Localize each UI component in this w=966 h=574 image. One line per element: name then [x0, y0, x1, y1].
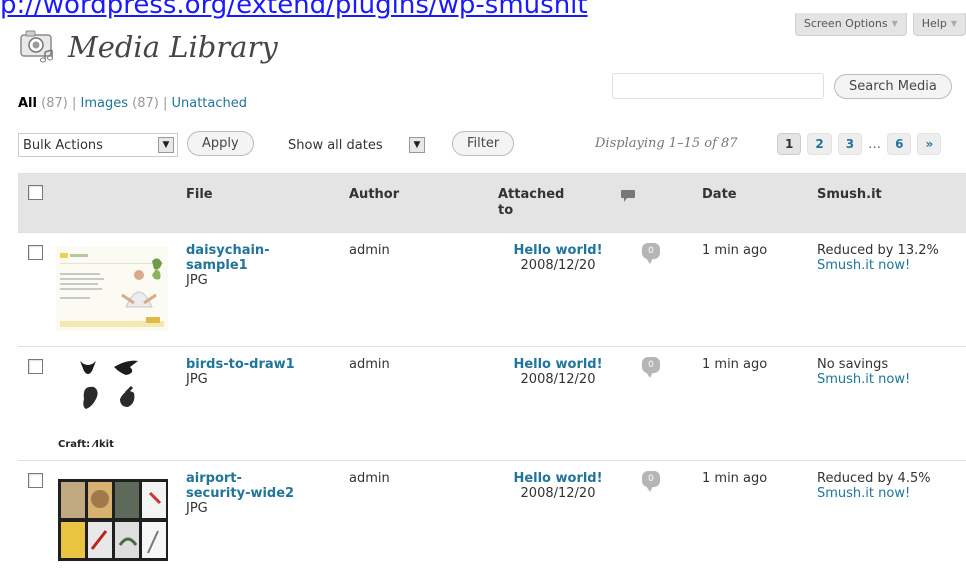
row-checkbox[interactable] — [28, 359, 43, 374]
screen-meta-tabs: Screen Options ▼ Help ▼ — [794, 13, 966, 36]
chevron-down-icon[interactable]: ▼ — [409, 137, 425, 153]
row-checkbox[interactable] — [28, 245, 43, 260]
file-type: JPG — [186, 273, 208, 288]
filter-all[interactable]: All — [18, 96, 37, 111]
attached-to-cell: Hello world! 2008/12/20 — [498, 243, 618, 273]
page-link[interactable]: 3 — [837, 133, 863, 155]
column-smushit: Smush.it — [817, 187, 882, 202]
date-filter-value: Show all dates — [288, 137, 383, 153]
chevron-down-icon[interactable]: ▼ — [158, 137, 174, 153]
date-filter-select[interactable]: Show all dates ▼ — [283, 133, 429, 157]
displaying-num: Displaying 1–15 of 87 — [595, 136, 738, 151]
filter-separator: | — [162, 96, 168, 111]
attached-to-cell: Hello world! 2008/12/20 — [498, 357, 618, 387]
filter-unattached[interactable]: Unattached — [171, 96, 247, 111]
date-cell: 1 min ago — [702, 243, 768, 258]
smushit-cell: No savings Smush.it now! — [817, 357, 910, 387]
chevron-down-icon: ▼ — [950, 19, 957, 28]
filter-images-count: (87) — [132, 96, 159, 111]
bulk-actions-select[interactable]: Bulk Actions ▼ — [18, 133, 178, 157]
smushit-cell: Reduced by 13.2% Smush.it now! — [817, 243, 939, 273]
thumbnail-caption: Craft: ⁄Ikit — [58, 439, 114, 450]
comments-column-icon — [620, 189, 636, 207]
column-date[interactable]: Date — [702, 187, 737, 202]
file-cell: daisychain-sample1 JPG — [186, 243, 296, 288]
page-dots: … — [868, 136, 882, 152]
table-row: Craft: ⁄Ikit birds-to-draw1 JPG admin He… — [18, 347, 966, 461]
date-cell: 1 min ago — [702, 471, 768, 486]
bulk-actions-value: Bulk Actions — [23, 137, 103, 153]
table-row: daisychain-sample1 JPG admin Hello world… — [18, 233, 966, 347]
attached-to-cell: Hello world! 2008/12/20 — [498, 471, 618, 501]
comment-count-bubble[interactable]: 0 — [642, 357, 660, 378]
date-cell: 1 min ago — [702, 357, 768, 372]
table-row: airport-security-wide2 JPG admin Hello w… — [18, 461, 966, 574]
smush-now-link[interactable]: Smush.it now! — [817, 486, 931, 501]
smush-status: Reduced by 13.2% — [817, 243, 939, 258]
smush-status: Reduced by 4.5% — [817, 471, 931, 486]
file-title-link[interactable]: airport-security-wide2 — [186, 471, 296, 501]
url-link[interactable]: p://wordpress.org/extend/plugins/wp-smus… — [0, 0, 640, 24]
smush-now-link[interactable]: Smush.it now! — [817, 258, 939, 273]
help-tab[interactable]: Help ▼ — [912, 13, 966, 36]
author-cell: admin — [349, 357, 390, 372]
smush-status: No savings — [817, 357, 889, 372]
smushit-cell: Reduced by 4.5% Smush.it now! — [817, 471, 931, 501]
filter-button[interactable]: Filter — [452, 131, 515, 156]
column-author[interactable]: Author — [349, 187, 399, 202]
attached-date: 2008/12/20 — [520, 486, 596, 501]
page-header: Media Library — [18, 28, 278, 66]
page-link[interactable]: 2 — [807, 133, 832, 155]
attached-date: 2008/12/20 — [520, 258, 596, 273]
thumbnail-image[interactable]: Craft: ⁄Ikit — [58, 357, 160, 453]
apply-button[interactable]: Apply — [187, 131, 254, 156]
search-media-button[interactable]: Search Media — [834, 73, 952, 99]
attached-date: 2008/12/20 — [520, 372, 596, 387]
comment-count-bubble[interactable]: 0 — [642, 471, 660, 492]
attached-post-link[interactable]: Hello world! — [513, 471, 602, 486]
file-cell: airport-security-wide2 JPG — [186, 471, 296, 516]
filter-images[interactable]: Images — [80, 96, 128, 111]
file-title-link[interactable]: birds-to-draw1 — [186, 357, 326, 372]
search-box: Search Media — [612, 73, 952, 99]
pagination: 1 2 3 … 6 » — [777, 133, 942, 155]
column-file[interactable]: File — [186, 187, 213, 202]
comment-count-bubble[interactable]: 0 — [642, 243, 660, 264]
file-title-link[interactable]: daisychain-sample1 — [186, 243, 296, 273]
help-label: Help — [921, 17, 947, 30]
file-cell: birds-to-draw1 JPG — [186, 357, 326, 387]
tablenav: Bulk Actions ▼ Apply Show all dates ▼ Fi… — [18, 131, 966, 161]
chevron-down-icon: ▼ — [891, 19, 898, 28]
smush-now-link[interactable]: Smush.it now! — [817, 372, 910, 387]
author-cell: admin — [349, 471, 390, 486]
media-type-filters: All (87) | Images (87) | Unattached — [18, 96, 247, 111]
next-page-link[interactable]: » — [917, 133, 942, 155]
attached-post-link[interactable]: Hello world! — [513, 357, 602, 372]
thumbnail-image[interactable] — [56, 247, 168, 331]
column-attached-to[interactable]: Attached to — [498, 187, 568, 219]
search-input[interactable] — [612, 73, 824, 99]
page-link-current: 1 — [777, 133, 802, 155]
screen-options-label: Screen Options — [803, 17, 888, 30]
file-type: JPG — [186, 372, 208, 387]
table-header: File Author Attached to Date Smush.it — [18, 173, 966, 233]
filter-all-count: (87) — [41, 96, 68, 111]
screen-options-tab[interactable]: Screen Options ▼ — [794, 13, 907, 36]
page-title: Media Library — [68, 30, 278, 64]
media-table: File Author Attached to Date Smush.it da… — [18, 173, 966, 574]
author-cell: admin — [349, 243, 390, 258]
filter-separator: | — [71, 96, 77, 111]
row-checkbox[interactable] — [28, 473, 43, 488]
thumbnail-image[interactable] — [58, 479, 168, 561]
file-type: JPG — [186, 501, 208, 516]
select-all-checkbox[interactable] — [28, 185, 43, 200]
media-library-icon — [20, 30, 53, 63]
attached-post-link[interactable]: Hello world! — [513, 243, 602, 258]
page-link[interactable]: 6 — [887, 133, 912, 155]
